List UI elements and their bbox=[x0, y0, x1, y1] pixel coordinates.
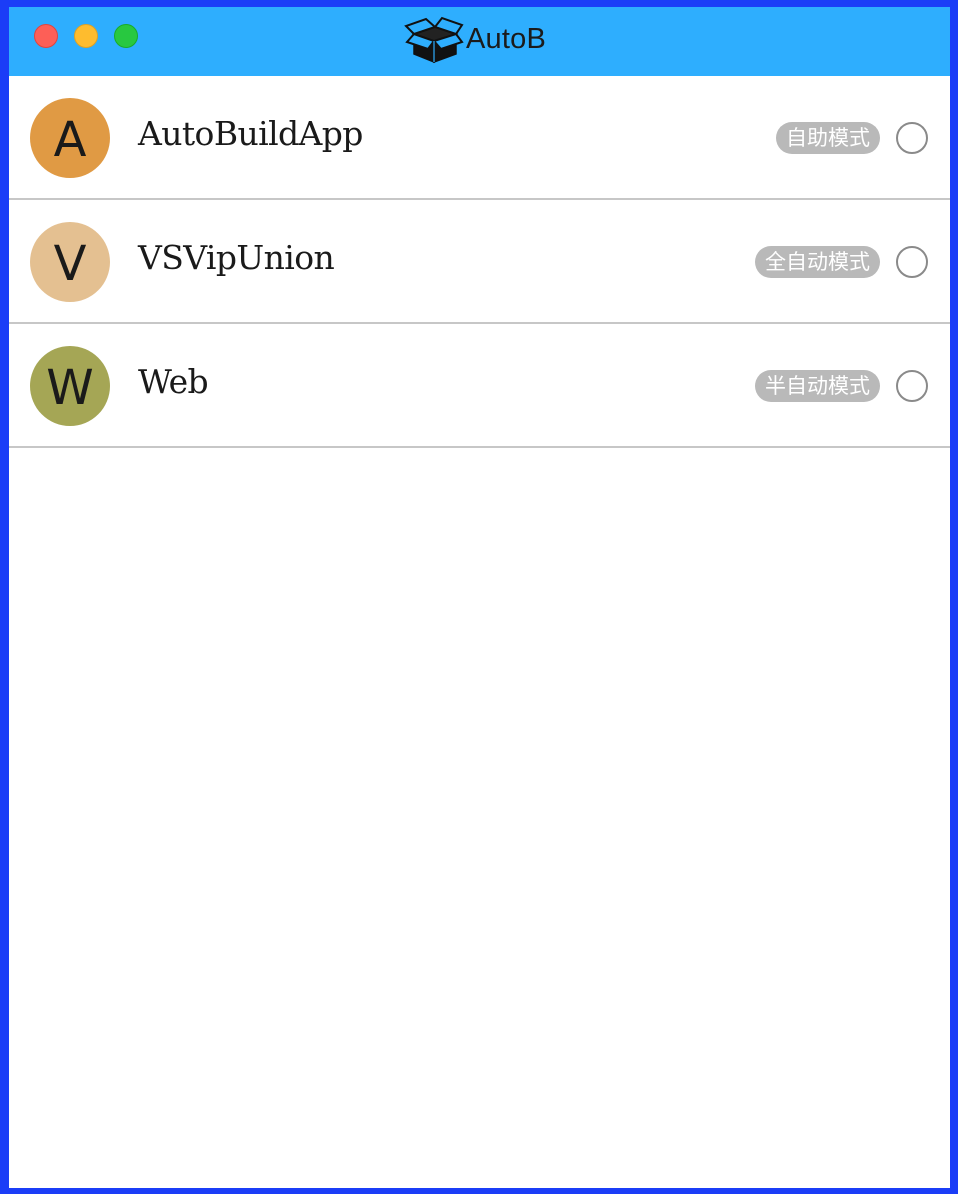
app-window: AutoB A AutoBuildApp 自助模式 V VSVipUnion 全… bbox=[9, 7, 950, 1188]
zoom-window-button[interactable] bbox=[114, 24, 138, 48]
project-row[interactable]: W Web 半自动模式 bbox=[9, 324, 950, 448]
project-avatar-initial: V bbox=[53, 236, 87, 292]
project-name: AutoBuildApp bbox=[138, 114, 363, 153]
project-avatar-initial: W bbox=[46, 360, 94, 416]
project-row[interactable]: A AutoBuildApp 自助模式 bbox=[9, 76, 950, 200]
select-radio-button[interactable] bbox=[896, 370, 928, 402]
project-row[interactable]: V VSVipUnion 全自动模式 bbox=[9, 200, 950, 324]
project-avatar: W bbox=[30, 346, 110, 426]
open-box-icon bbox=[404, 16, 464, 64]
mode-badge: 自助模式 bbox=[776, 122, 880, 154]
window-title: AutoB bbox=[404, 11, 546, 67]
select-radio-button[interactable] bbox=[896, 122, 928, 154]
minimize-window-button[interactable] bbox=[74, 24, 98, 48]
project-avatar: V bbox=[30, 222, 110, 302]
window-title-text: AutoB bbox=[466, 22, 546, 55]
project-avatar-initial: A bbox=[53, 112, 87, 168]
mode-badge: 全自动模式 bbox=[755, 246, 880, 278]
project-name: Web bbox=[138, 362, 209, 401]
select-radio-button[interactable] bbox=[896, 246, 928, 278]
close-window-button[interactable] bbox=[34, 24, 58, 48]
mode-badge: 半自动模式 bbox=[755, 370, 880, 402]
project-avatar: A bbox=[30, 98, 110, 178]
project-list: A AutoBuildApp 自助模式 V VSVipUnion 全自动模式 W… bbox=[9, 76, 950, 448]
title-bar[interactable]: AutoB bbox=[9, 7, 950, 76]
project-name: VSVipUnion bbox=[138, 238, 335, 277]
